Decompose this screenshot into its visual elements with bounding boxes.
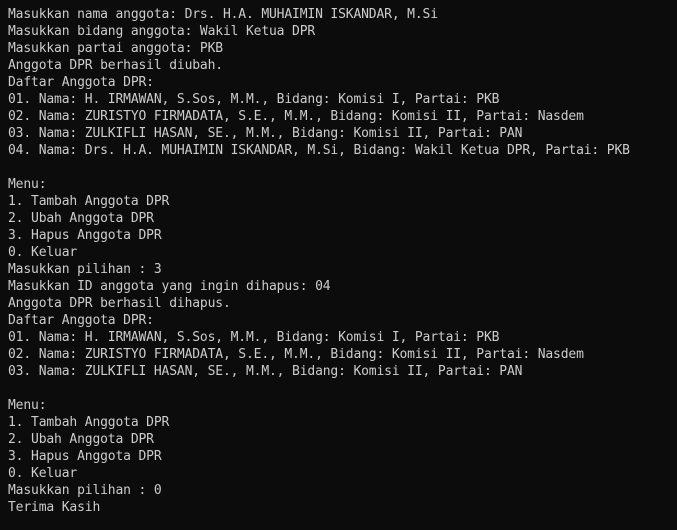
terminal-line: Daftar Anggota DPR: [8, 313, 154, 328]
terminal-line: Daftar Anggota DPR: [8, 75, 154, 90]
terminal-line: Masukkan partai anggota: PKB [8, 41, 223, 56]
terminal-line: 02. Nama: ZURISTYO FIRMADATA, S.E., M.M.… [8, 347, 584, 362]
terminal-line: 01. Nama: H. IRMAWAN, S.Sos, M.M., Bidan… [8, 330, 500, 345]
terminal-line: Terima Kasih [8, 500, 101, 515]
terminal-line: 01. Nama: H. IRMAWAN, S.Sos, M.M., Bidan… [8, 92, 500, 107]
terminal-line: 3. Hapus Anggota DPR [8, 449, 162, 464]
terminal-window[interactable]: Masukkan nama anggota: Drs. H.A. MUHAIMI… [0, 0, 677, 530]
terminal-line: 2. Ubah Anggota DPR [8, 432, 154, 447]
terminal-line: 03. Nama: ZULKIFLI HASAN, SE., M.M., Bid… [8, 364, 523, 379]
terminal-line: 1. Tambah Anggota DPR [8, 194, 170, 209]
terminal-line: 03. Nama: ZULKIFLI HASAN, SE., M.M., Bid… [8, 126, 523, 141]
terminal-line: 0. Keluar [8, 466, 78, 481]
terminal-line: Anggota DPR berhasil dihapus. [8, 296, 231, 311]
terminal-line: 3. Hapus Anggota DPR [8, 228, 162, 243]
terminal-line: Masukkan pilihan : 0 [8, 483, 162, 498]
terminal-line: 2. Ubah Anggota DPR [8, 211, 154, 226]
terminal-line: Menu: [8, 398, 47, 413]
terminal-line: Menu: [8, 177, 47, 192]
terminal-line: Masukkan nama anggota: Drs. H.A. MUHAIMI… [8, 7, 438, 22]
terminal-line: Anggota DPR berhasil diubah. [8, 58, 223, 73]
terminal-line: Masukkan pilihan : 3 [8, 262, 162, 277]
terminal-line: 0. Keluar [8, 245, 78, 260]
terminal-line: 04. Nama: Drs. H.A. MUHAIMIN ISKANDAR, M… [8, 143, 630, 158]
terminal-line: Masukkan bidang anggota: Wakil Ketua DPR [8, 24, 316, 39]
terminal-line: 1. Tambah Anggota DPR [8, 415, 170, 430]
terminal-line: 02. Nama: ZURISTYO FIRMADATA, S.E., M.M.… [8, 109, 584, 124]
terminal-line: Masukkan ID anggota yang ingin dihapus: … [8, 279, 331, 294]
